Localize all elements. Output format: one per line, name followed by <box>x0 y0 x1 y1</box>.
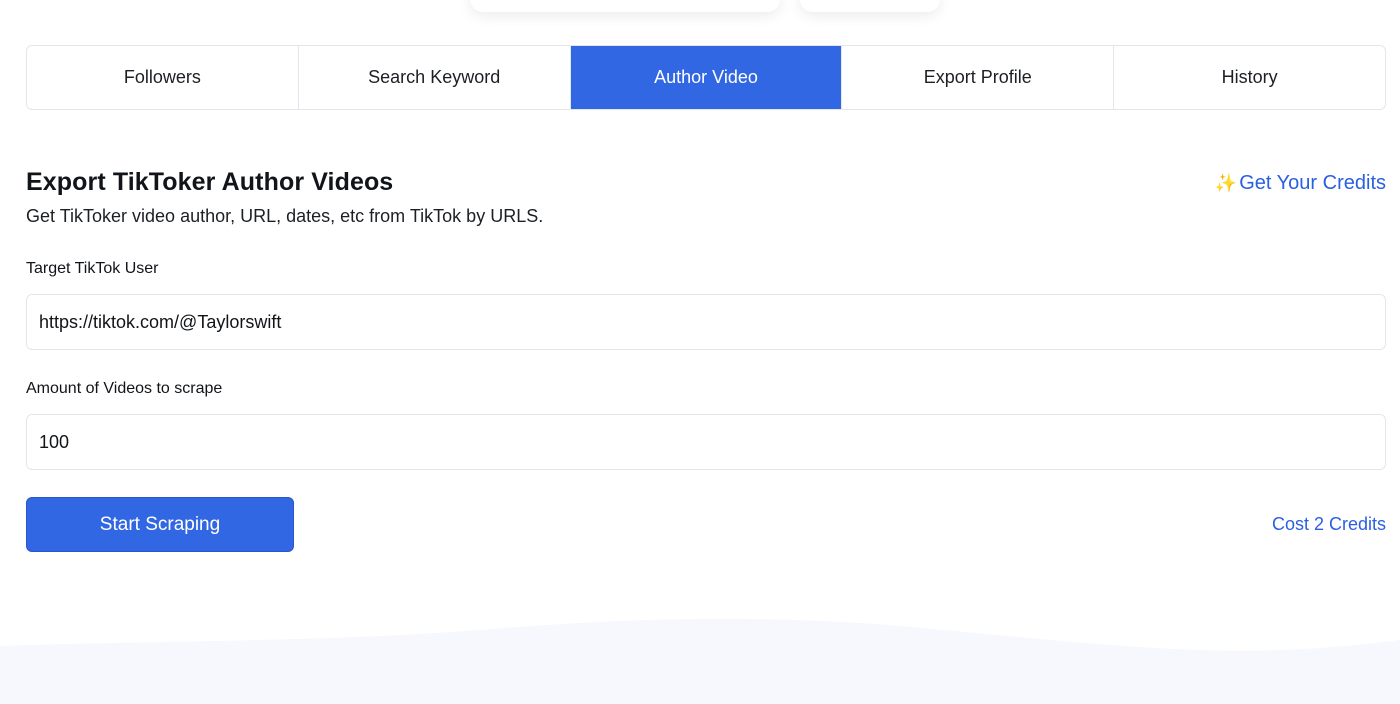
page-title: Export TikToker Author Videos <box>26 168 394 196</box>
background-wave <box>0 618 1400 704</box>
target-user-label: Target TikTok User <box>26 260 159 277</box>
target-user-input[interactable] <box>26 294 1386 350</box>
start-scraping-button[interactable]: Start Scraping <box>26 497 294 552</box>
cost-credits-text: Cost 2 Credits <box>1271 514 1386 534</box>
header-shadow-left <box>470 0 780 12</box>
page: Followers Search Keyword Author Video Ex… <box>0 0 1400 704</box>
get-credits-label: Get Your Credits <box>1239 172 1386 194</box>
tab-search-keyword[interactable]: Search Keyword <box>299 46 571 109</box>
tab-history[interactable]: History <box>1114 46 1385 109</box>
video-amount-input[interactable] <box>26 414 1386 470</box>
page-subtitle: Get TikToker video author, URL, dates, e… <box>26 206 544 226</box>
tab-followers[interactable]: Followers <box>27 46 299 109</box>
video-amount-label: Amount of Videos to scrape <box>26 380 223 397</box>
get-credits-link[interactable]: ✨ Get Your Credits <box>1215 172 1386 195</box>
tab-export-profile[interactable]: Export Profile <box>842 46 1115 109</box>
sparkles-icon: ✨ <box>1214 173 1238 193</box>
tab-bar: Followers Search Keyword Author Video Ex… <box>26 45 1386 110</box>
tab-author-video[interactable]: Author Video <box>570 46 843 109</box>
header-shadow-right <box>800 0 940 12</box>
